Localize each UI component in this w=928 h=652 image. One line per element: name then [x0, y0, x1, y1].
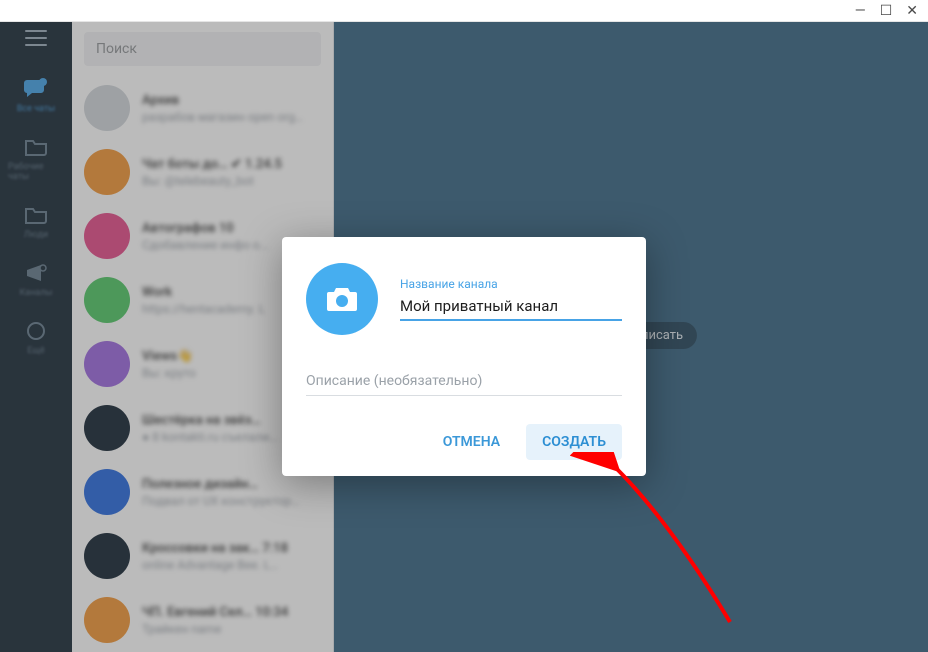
app-root: Все чаты Рабочие чаты Люди Каналы Ещё	[0, 22, 928, 652]
channel-name-label: Название канала	[400, 277, 622, 291]
create-channel-modal: Название канала ОТМЕНА СОЗДАТЬ	[282, 237, 646, 476]
close-icon[interactable]: ✕	[906, 4, 918, 18]
minimize-icon[interactable]: —	[855, 4, 866, 18]
channel-name-input[interactable]	[400, 295, 622, 321]
maximize-icon[interactable]: ☐	[880, 4, 893, 18]
create-button[interactable]: СОЗДАТЬ	[526, 424, 622, 460]
camera-icon	[325, 285, 359, 313]
channel-description-input[interactable]	[306, 369, 622, 396]
cancel-button[interactable]: ОТМЕНА	[427, 424, 516, 460]
window-titlebar: — ☐ ✕	[0, 0, 928, 22]
set-photo-button[interactable]	[306, 263, 378, 335]
